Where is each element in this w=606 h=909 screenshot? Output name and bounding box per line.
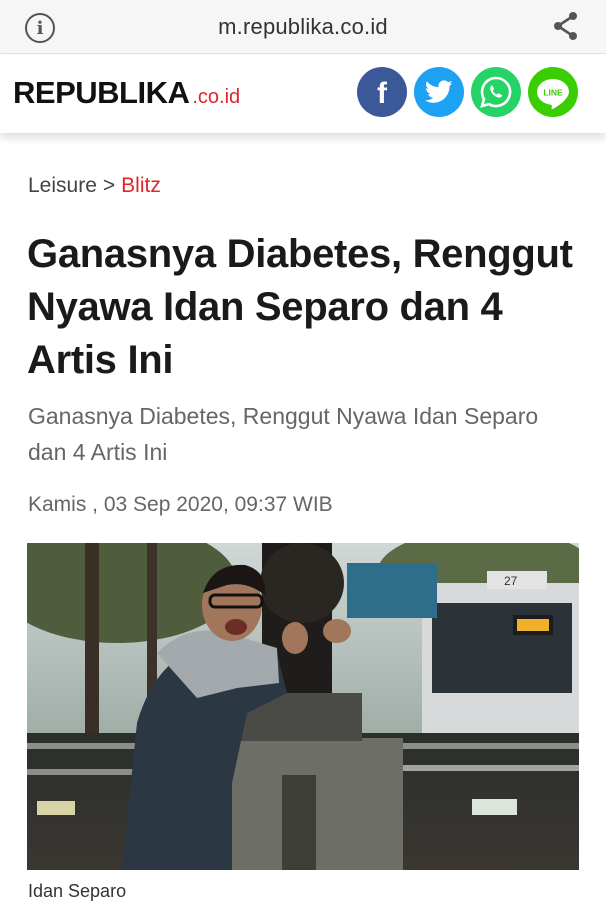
logo-domain-suffix: .co.id [192,86,241,108]
whatsapp-icon [480,76,512,108]
site-logo[interactable]: REPUBLIKA .co.id [13,75,240,111]
twitter-icon [425,80,453,103]
facebook-glyph: f [377,77,388,110]
line-glyph: LINE [543,88,563,98]
line-share-button[interactable]: LINE [528,67,578,117]
photo-sign-number: 27 [504,574,518,588]
logo-text: REPUBLIKA [13,75,190,110]
article-date: Kamis , 03 Sep 2020, 09:37 WIB [28,493,333,516]
article-subtitle: Ganasnya Diabetes, Renggut Nyawa Idan Se… [28,403,539,465]
site-header: REPUBLIKA .co.id f LINE [0,55,606,133]
whatsapp-share-button[interactable] [471,67,521,117]
breadcrumb-section-link[interactable]: Leisure [28,174,97,197]
article-photo[interactable]: 27 [27,543,579,870]
breadcrumb-separator: > [102,174,116,197]
twitter-share-button[interactable] [414,67,464,117]
image-caption: Idan Separo [28,881,127,901]
article-photo-illustration: 27 [27,543,579,870]
facebook-icon: f [377,77,388,110]
browser-url-bar: i m.republika.co.id [0,0,606,54]
breadcrumb-category-link[interactable]: Blitz [121,174,161,197]
url-text[interactable]: m.republika.co.id [0,14,606,40]
share-icon[interactable] [552,11,580,41]
facebook-share-button[interactable]: f [357,67,407,117]
line-icon: LINE [537,79,569,109]
article-title: Ganasnya Diabetes, Renggut Nyawa Idan Se… [27,232,573,382]
breadcrumb: Leisure > Blitz [28,174,161,198]
